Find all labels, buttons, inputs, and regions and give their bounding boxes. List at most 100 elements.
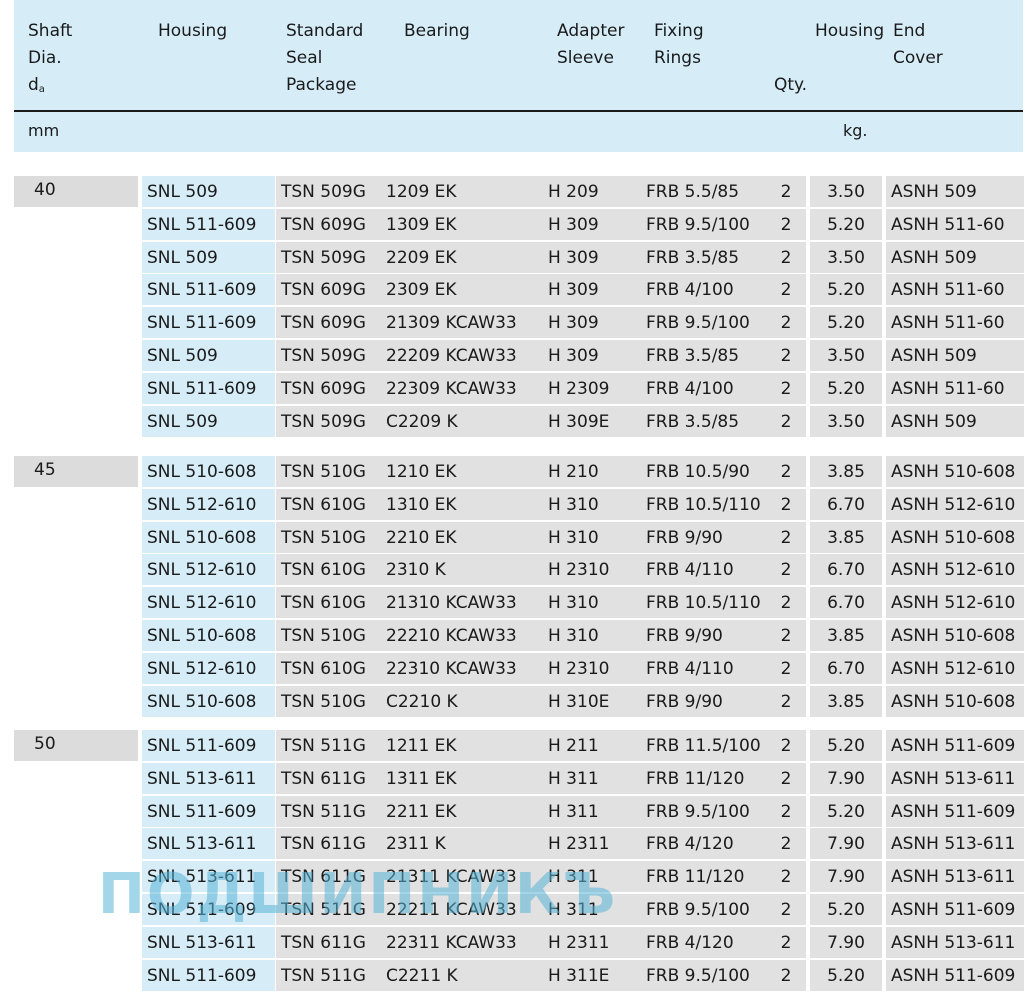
header-qty: Qty. (774, 75, 808, 95)
adapter-cell: H 311 (543, 763, 643, 794)
qty-cell: 2 (766, 960, 806, 991)
weight-cell: 5.20 (810, 307, 882, 338)
bearing-cell: 1311 EK (381, 763, 545, 794)
seal-cell: TSN 611G (276, 927, 382, 958)
end-cover-cell: ASNH 509 (886, 340, 1024, 371)
seal-cell: TSN 610G (276, 653, 382, 684)
weight-cell: 5.20 (810, 960, 882, 991)
end-cover-cell: ASNH 512-610 (886, 554, 1024, 585)
end-cover-cell: ASNH 509 (886, 176, 1024, 207)
weight-cell: 6.70 (810, 587, 882, 618)
adapter-cell: H 309 (543, 307, 643, 338)
weight-cell: 3.50 (810, 242, 882, 273)
fixing-cell: FRB 9/90 (641, 686, 767, 717)
adapter-cell: H 310 (543, 522, 643, 553)
bearing-cell: 21309 KCAW33 (381, 307, 545, 338)
housing-cell: SNL 510-608 (142, 456, 275, 487)
end-cover-cell: ASNH 513-611 (886, 763, 1024, 794)
table-row: SNL 510-608 TSN 510G C2210 KH 310E FRB 9/90… (0, 686, 1025, 717)
end-cover-cell: ASNH 511-609 (886, 796, 1024, 827)
bearing-cell: 1209 EK (381, 176, 545, 207)
seal-cell: TSN 510G (276, 620, 382, 651)
fixing-cell: FRB 10.5/110 (641, 489, 767, 520)
bearing-cell: 22311 KCAW33 (381, 927, 545, 958)
end-cover-cell: ASNH 513-611 (886, 927, 1024, 958)
bearing-cell: 2311 K (381, 828, 545, 859)
weight-cell: 5.20 (810, 730, 882, 761)
watermark-logo: ПОДШИПНИКЪ (98, 862, 618, 927)
seal-cell: TSN 510G (276, 522, 382, 553)
end-cover-cell: ASNH 509 (886, 242, 1024, 273)
table-row: SNL 510-608 TSN 510G 1210 EK H 210 FRB 10.5/… (0, 456, 1025, 487)
end-cover-cell: ASNH 510-608 (886, 620, 1024, 651)
fixing-cell: FRB 3.5/85 (641, 406, 767, 437)
table-row: SNL 511-609 TSN 609G 22309 KCAW33 H 2309 FRB… (0, 373, 1025, 404)
seal-cell: TSN 511G (276, 960, 382, 991)
bearing-cell: 2209 EK (381, 242, 545, 273)
adapter-cell: H 2309 (543, 373, 643, 404)
adapter-cell: H 309 (543, 242, 643, 273)
qty-cell: 2 (766, 340, 806, 371)
weight-cell: 6.70 (810, 554, 882, 585)
qty-cell: 2 (766, 489, 806, 520)
table-row: SNL 513-611 TSN 611G 1311 EK H 311 FRB 11/12… (0, 763, 1025, 794)
seal-cell: TSN 609G (276, 209, 382, 240)
seal-cell: TSN 511G (276, 796, 382, 827)
weight-cell: 5.20 (810, 796, 882, 827)
weight-cell: 5.20 (810, 894, 882, 925)
seal-cell: TSN 610G (276, 489, 382, 520)
table-row: SNL 509 TSN 509G 22209 KCAW33 H 309 FRB 3.5/… (0, 340, 1025, 371)
table-row: SNL 511-609 TSN 609G 21309 KCAW33 H 309 FRB … (0, 307, 1025, 338)
fixing-cell: FRB 4/110 (641, 554, 767, 585)
table-row: SNL 512-610 TSN 610G 2310 KH 2310 FRB 4/110… (0, 554, 1025, 585)
fixing-cell: FRB 5.5/85 (641, 176, 767, 207)
housing-cell: SNL 510-608 (142, 522, 275, 553)
weight-cell: 7.90 (810, 861, 882, 892)
fixing-cell: FRB 9.5/100 (641, 307, 767, 338)
weight-cell: 5.20 (810, 209, 882, 240)
table-row: SNL 512-610 TSN 610G 1310 EK H 310 FRB 10.5/… (0, 489, 1025, 520)
table-row: SNL 510-608 TSN 510G 22210 KCAW33 H 310 FRB … (0, 620, 1025, 651)
end-cover-cell: ASNH 512-610 (886, 587, 1024, 618)
fixing-cell: FRB 10.5/90 (641, 456, 767, 487)
qty-cell: 2 (766, 763, 806, 794)
header-fixing-rings: Fixing Rings (654, 21, 704, 68)
qty-cell: 2 (766, 456, 806, 487)
table-row: SNL 512-610 TSN 610G 22310 KCAW33 H 2310 FRB… (0, 653, 1025, 684)
bearing-cell: 22309 KCAW33 (381, 373, 545, 404)
adapter-cell: H 309 (543, 209, 643, 240)
end-cover-cell: ASNH 513-611 (886, 861, 1024, 892)
table-row: SNL 511-609 TSN 511G 1211 EK H 211 FRB 11.5/… (0, 730, 1025, 761)
fixing-cell: FRB 9/90 (641, 522, 767, 553)
bearing-cell: 1210 EK (381, 456, 545, 487)
bearing-cell: 2310 K (381, 554, 545, 585)
qty-cell: 2 (766, 730, 806, 761)
housing-cell: SNL 511-609 (142, 730, 275, 761)
seal-cell: TSN 509G (276, 176, 382, 207)
adapter-cell: H 210 (543, 456, 643, 487)
bearing-cell: 22310 KCAW33 (381, 653, 545, 684)
table-row: SNL 509 TSN 509G C2209 KH 309E FRB 3.5/85 2 3… (0, 406, 1025, 437)
table-row: SNL 513-611 TSN 611G 22311 KCAW33 H 2311 FRB… (0, 927, 1025, 958)
header-bearing: Bearing (404, 21, 470, 41)
end-cover-cell: ASNH 511-60 (886, 373, 1024, 404)
bearing-cell: 2210 EK (381, 522, 545, 553)
header-shaft-dia: Shaft Dia. da (28, 21, 73, 95)
end-cover-cell: ASNH 510-608 (886, 686, 1024, 717)
adapter-cell: H 2311 (543, 828, 643, 859)
qty-cell: 2 (766, 620, 806, 651)
fixing-cell: FRB 4/100 (641, 274, 767, 305)
weight-cell: 6.70 (810, 489, 882, 520)
seal-cell: TSN 609G (276, 307, 382, 338)
fixing-cell: FRB 4/120 (641, 828, 767, 859)
bearing-cell: 21310 KCAW33 (381, 587, 545, 618)
housing-cell: SNL 512-610 (142, 489, 275, 520)
fixing-cell: FRB 9.5/100 (641, 894, 767, 925)
housing-cell: SNL 512-610 (142, 653, 275, 684)
housing-cell: SNL 509 (142, 406, 275, 437)
bearing-cell: C2211 K (381, 960, 545, 991)
housing-cell: SNL 513-611 (142, 828, 275, 859)
end-cover-cell: ASNH 511-609 (886, 730, 1024, 761)
housing-cell: SNL 511-609 (142, 796, 275, 827)
weight-cell: 7.90 (810, 763, 882, 794)
